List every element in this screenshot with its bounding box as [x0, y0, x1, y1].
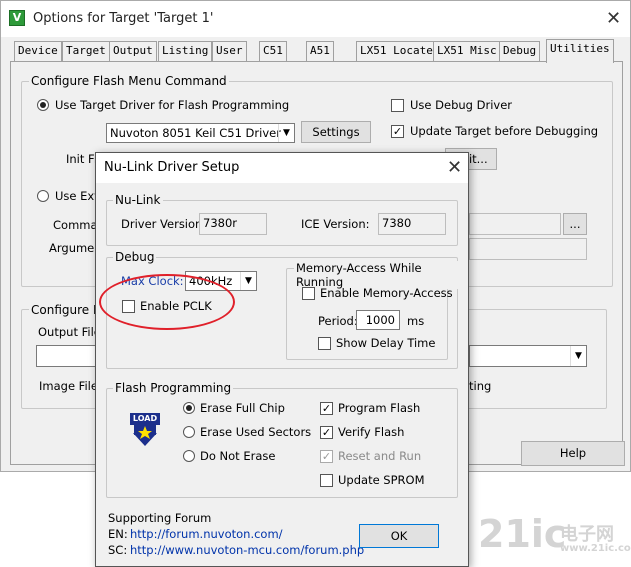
dialog-close-icon[interactable]: ✕ — [447, 159, 462, 177]
settings-button[interactable]: Settings — [301, 121, 371, 143]
watermark-url: www.21ic.com — [560, 543, 631, 554]
debug-group-title: Debug — [113, 250, 157, 264]
update-target-checkbox[interactable]: ✓ — [391, 125, 404, 138]
verify-flash-checkbox[interactable]: ✓ — [320, 426, 333, 439]
memory-access-group-title: Memory-Access While Running — [294, 261, 468, 289]
main-close-icon[interactable]: ✕ — [606, 10, 621, 28]
tab-device[interactable]: Device — [14, 41, 62, 61]
tab-user[interactable]: User — [212, 41, 247, 61]
ice-version-label: ICE Version: — [301, 217, 370, 231]
watermark-brand: 21ic — [478, 512, 567, 556]
enable-memory-access-checkbox[interactable] — [302, 287, 315, 300]
output-file-field[interactable] — [36, 345, 98, 367]
verify-flash-label: Verify Flash — [338, 425, 405, 439]
chevron-down-icon: ▼ — [240, 272, 256, 290]
forum-en-label: EN: — [108, 527, 128, 541]
update-sprom-label: Update SPROM — [338, 473, 425, 487]
ok-button[interactable]: OK — [359, 524, 439, 548]
use-external-radio[interactable] — [37, 190, 49, 202]
forum-en-link[interactable]: http://forum.nuvoton.com/ — [130, 527, 283, 541]
enable-memory-access-label: Enable Memory-Access — [320, 286, 453, 300]
forum-sc-link[interactable]: http://www.nuvoton-mcu.com/forum.php — [130, 543, 364, 557]
ice-version-field: 7380 — [378, 213, 446, 235]
tab-listing[interactable]: Listing — [158, 41, 213, 61]
program-flash-checkbox[interactable]: ✓ — [320, 402, 333, 415]
do-not-erase-label: Do Not Erase — [200, 449, 276, 463]
driver-select[interactable]: Nuvoton 8051 Keil C51 Driver ▼ — [106, 123, 295, 143]
tab-a51[interactable]: A51 — [306, 41, 334, 61]
erase-full-chip-label: Erase Full Chip — [200, 401, 285, 415]
tab-utilities[interactable]: Utilities — [546, 39, 614, 63]
flash-programming-group-title: Flash Programming — [113, 381, 234, 395]
arguments-field[interactable] — [469, 238, 587, 260]
reset-and-run-checkbox: ✓ — [320, 450, 333, 463]
erase-used-sectors-radio[interactable] — [183, 426, 195, 438]
show-delay-label: Show Delay Time — [336, 336, 436, 350]
chevron-down-icon: ▼ — [278, 124, 294, 142]
help-button[interactable]: Help — [521, 441, 625, 466]
flash-menu-group-title: Configure Flash Menu Command — [29, 74, 229, 88]
output-file-select[interactable]: ▼ — [469, 345, 587, 367]
tab-target[interactable]: Target — [62, 41, 110, 61]
keil-app-icon: V — [9, 10, 25, 26]
use-debug-driver-label: Use Debug Driver — [410, 98, 513, 112]
main-titlebar: V Options for Target 'Target 1' ✕ — [1, 1, 630, 37]
show-delay-checkbox[interactable] — [318, 337, 331, 350]
nulink-group-title: Nu-Link — [113, 193, 163, 207]
chevron-down-icon: ▼ — [570, 346, 586, 366]
nulink-driver-setup-dialog: Nu-Link Driver Setup ✕ Nu-Link Driver Ve… — [95, 152, 469, 567]
forum-sc-label: SC: — [108, 543, 128, 557]
program-flash-label: Program Flash — [338, 401, 421, 415]
use-debug-driver-checkbox[interactable] — [391, 99, 404, 112]
use-target-driver-label: Use Target Driver for Flash Programming — [55, 98, 290, 112]
forum-title: Supporting Forum — [108, 511, 212, 525]
arguments-label: Argumen — [49, 241, 102, 255]
reset-and-run-label: Reset and Run — [338, 449, 422, 463]
use-target-driver-radio[interactable] — [37, 99, 49, 111]
update-sprom-checkbox[interactable] — [320, 474, 333, 487]
tab-lx51-misc[interactable]: LX51 Misc — [433, 41, 501, 61]
tab-debug[interactable]: Debug — [499, 41, 541, 61]
command-field[interactable] — [469, 213, 561, 235]
period-label: Period: — [318, 314, 358, 328]
tab-lx51-locate[interactable]: LX51 Locate — [356, 41, 437, 61]
tab-output[interactable]: Output — [109, 41, 157, 61]
browse-button[interactable]: ... — [563, 213, 587, 235]
period-unit: ms — [407, 314, 425, 328]
period-input[interactable]: 1000 — [356, 310, 400, 330]
driver-version-label: Driver Version: — [121, 217, 207, 231]
erase-full-chip-radio[interactable] — [183, 402, 195, 414]
dialog-titlebar: Nu-Link Driver Setup ✕ — [96, 153, 468, 183]
image-files-right-text: ting — [469, 379, 492, 393]
erase-used-sectors-label: Erase Used Sectors — [200, 425, 312, 439]
driver-version-field: 7380r — [199, 213, 267, 235]
tab-c51[interactable]: C51 — [259, 41, 287, 61]
load-icon: LOAD — [129, 412, 161, 448]
main-window-title: Options for Target 'Target 1' — [33, 11, 214, 26]
driver-select-value: Nuvoton 8051 Keil C51 Driver — [110, 126, 281, 140]
load-icon-label: LOAD — [132, 414, 158, 423]
do-not-erase-radio[interactable] — [183, 450, 195, 462]
update-target-label: Update Target before Debugging — [410, 124, 599, 138]
dialog-title: Nu-Link Driver Setup — [104, 160, 240, 175]
annotation-ellipse — [99, 274, 235, 330]
